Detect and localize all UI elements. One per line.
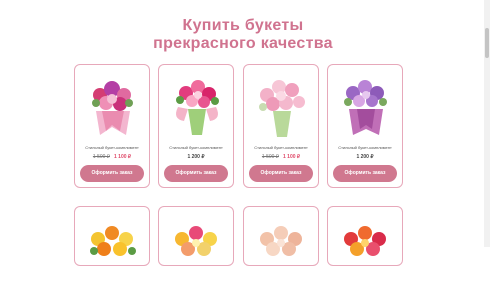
product-card[interactable]: Стильный букет-комплимент 1 500 ₽ 1 100 ₽… [74, 64, 150, 188]
product-name: Стильный букет-комплимент [85, 145, 139, 150]
bouquet-image [259, 80, 305, 137]
bouquet-image [344, 226, 386, 256]
product-name: Стильный букет-комплимент [254, 145, 308, 150]
bouquet-image [90, 226, 136, 256]
product-price: 1 500 ₽ 1 100 ₽ [75, 154, 149, 161]
product-card[interactable] [243, 206, 319, 266]
current-price: 1 100 ₽ [114, 154, 132, 160]
heading-line-1: Купить букеты [182, 17, 304, 34]
product-price: 1 200 ₽ [328, 154, 402, 161]
product-name: Стильный букет-комплимент [338, 145, 392, 150]
bouquet-image [344, 80, 387, 135]
product-card[interactable] [74, 206, 150, 266]
product-price: 1 200 ₽ [159, 154, 233, 161]
order-button[interactable]: Оформить заказ [249, 165, 313, 182]
current-price: 1 200 ₽ [356, 154, 374, 160]
product-price: 1 500 ₽ 1 100 ₽ [244, 154, 318, 161]
product-card[interactable] [327, 206, 403, 266]
page: Купить букеты прекрасного качества Стиль… [0, 0, 486, 266]
product-card[interactable] [158, 206, 234, 266]
bouquet-image [260, 226, 302, 256]
current-price: 1 200 ₽ [187, 154, 205, 160]
scrollbar-thumb[interactable] [485, 28, 489, 58]
bouquet-image [176, 80, 219, 135]
section-heading: Купить букеты прекрасного качества [0, 17, 486, 53]
order-button[interactable]: Оформить заказ [80, 165, 144, 182]
heading-line-2: прекрасного качества [153, 35, 333, 52]
current-price: 1 100 ₽ [283, 154, 301, 160]
bouquet-image [175, 226, 217, 256]
product-name: Стильный букет-комплимент [169, 145, 223, 150]
product-card[interactable]: Стильный букет-комплимент 1 200 ₽ Оформи… [327, 64, 403, 188]
order-button[interactable]: Оформить заказ [333, 165, 397, 182]
bouquet-image [92, 81, 133, 135]
product-card[interactable]: Стильный букет-комплимент 1 200 ₽ Оформи… [158, 64, 234, 188]
order-button[interactable]: Оформить заказ [164, 165, 228, 182]
old-price: 1 500 ₽ [92, 154, 110, 160]
product-card[interactable]: Стильный букет-комплимент 1 500 ₽ 1 100 ₽… [243, 64, 319, 188]
old-price: 1 500 ₽ [261, 154, 279, 160]
